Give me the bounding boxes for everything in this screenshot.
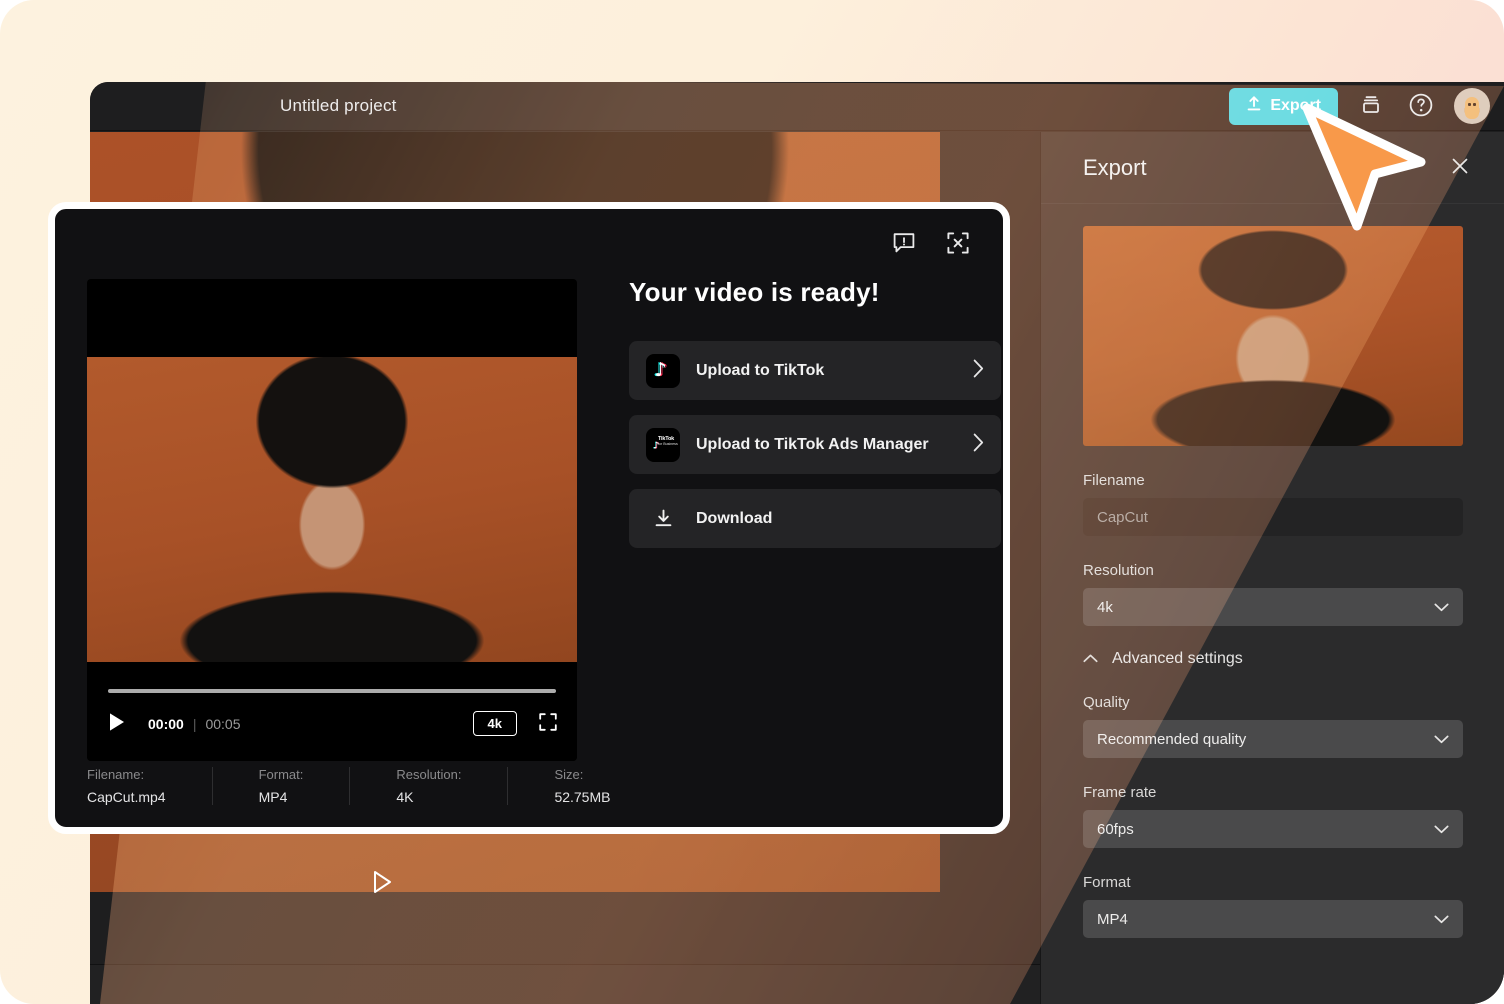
meta-key: Format: [258,767,304,782]
play-button[interactable] [108,713,130,735]
share-action-list: Upload to TikTok TikTokfor Business [629,341,1001,548]
meta-filename: Filename: CapCut.mp4 [87,767,212,805]
meta-resolution: Resolution: 4K [349,767,507,805]
top-toolbar: Untitled project Export [90,82,1504,131]
meta-value: 4K [396,789,414,805]
total-time: 00:05 [205,715,241,732]
close-panel-button[interactable] [1444,152,1476,184]
modal-heading: Your video is ready! [629,277,880,307]
user-avatar[interactable] [1454,88,1490,124]
export-preview-thumbnail [1083,226,1463,446]
chevron-right-icon [973,433,984,457]
play-icon [108,712,126,735]
controls-row: 00:00 | 00:05 4k [108,711,559,736]
upload-icon [1246,95,1262,117]
action-label: Download [696,509,773,527]
chevron-down-icon [1434,599,1449,616]
meta-value: MP4 [258,789,288,805]
chevron-down-icon [1434,731,1449,748]
progress-scrubber[interactable] [108,689,556,693]
chevron-down-icon [1434,911,1449,928]
format-select[interactable]: MP4 [1083,900,1463,938]
toolbar-actions: Export [1229,87,1490,125]
format-label: Format [1083,874,1131,891]
close-x-icon [1450,156,1470,179]
advanced-settings-label: Advanced settings [1112,650,1243,667]
chevron-up-icon [1083,650,1098,668]
framerate-select[interactable]: 60fps [1083,810,1463,848]
action-label: Upload to TikTok Ads Manager [696,435,929,453]
tiktok-icon [646,353,680,388]
quality-value: Recommended quality [1097,730,1247,748]
time-separator: | [192,715,197,732]
meta-value: 52.75MB [554,789,611,805]
modal-right-column: Your video is ready! Upload to TikTok [629,277,1001,548]
file-metadata: Filename: CapCut.mp4 Format: MP4 Resolut… [87,767,656,805]
tiktok-for-business-icon: TikTokfor Business [646,427,680,462]
framerate-value: 60fps [1097,820,1134,838]
collapse-button[interactable] [941,227,975,261]
quality-select[interactable]: Recommended quality [1083,720,1463,758]
feedback-bubble-icon [891,230,917,259]
chevron-down-icon [1434,821,1449,838]
export-side-panel: Export Filename Resolution [1040,132,1504,1004]
fullscreen-button[interactable] [537,713,559,735]
help-button[interactable] [1404,89,1438,123]
fullscreen-icon [538,712,558,735]
export-panel-body: Filename Resolution 4k [1041,204,1504,938]
project-title[interactable]: Untitled project [280,96,397,116]
export-panel-title: Export [1083,154,1147,180]
play-outline-icon[interactable] [372,870,394,894]
meta-format: Format: MP4 [211,767,350,805]
resolution-value: 4k [1097,598,1113,616]
feedback-button[interactable] [887,227,921,261]
action-label: Upload to TikTok [696,361,825,379]
download-icon [646,501,680,536]
export-success-modal: 00:00 | 00:05 4k Your video is ready! ♪ … [48,202,1010,834]
upload-to-tiktok-ads-manager-button[interactable]: TikTokfor Business Upload to TikTok Ads … [629,415,1001,474]
export-panel-header: Export [1041,132,1504,204]
stacked-layers-icon [1360,94,1382,119]
download-button[interactable]: Download [629,489,1001,548]
page-root: Untitled project Export Export Filename … [0,0,1504,1004]
chevron-right-icon [973,359,984,383]
meta-value: CapCut.mp4 [87,789,166,805]
export-button[interactable]: Export [1229,87,1338,125]
format-value: MP4 [1097,910,1128,928]
framerate-label: Frame rate [1083,784,1157,801]
resolution-label: Resolution [1083,562,1154,579]
timeline-panel[interactable] [90,965,1040,1004]
meta-size: Size: 52.75MB [507,767,656,805]
modal-header-actions [887,227,975,261]
question-circle-icon [1408,92,1434,121]
filename-input[interactable] [1083,498,1463,536]
video-frame [87,357,577,662]
export-button-label: Export [1270,97,1321,114]
meta-key: Filename: [87,767,145,782]
quality-badge-button[interactable]: 4k [472,711,517,736]
current-time: 00:00 [148,715,184,732]
upload-to-tiktok-button[interactable]: Upload to TikTok [629,341,1001,400]
meta-key: Size: [554,767,584,782]
advanced-settings-toggle[interactable]: Advanced settings [1083,650,1462,668]
meta-key: Resolution: [396,767,462,782]
quality-label: Quality [1083,694,1130,711]
resolution-select[interactable]: 4k [1083,588,1463,626]
stacked-layers-button[interactable] [1354,89,1388,123]
filename-label: Filename [1083,472,1145,489]
player-controls: 00:00 | 00:05 4k [87,671,577,761]
video-player: 00:00 | 00:05 4k [87,279,577,761]
collapse-arrows-icon [945,230,971,259]
